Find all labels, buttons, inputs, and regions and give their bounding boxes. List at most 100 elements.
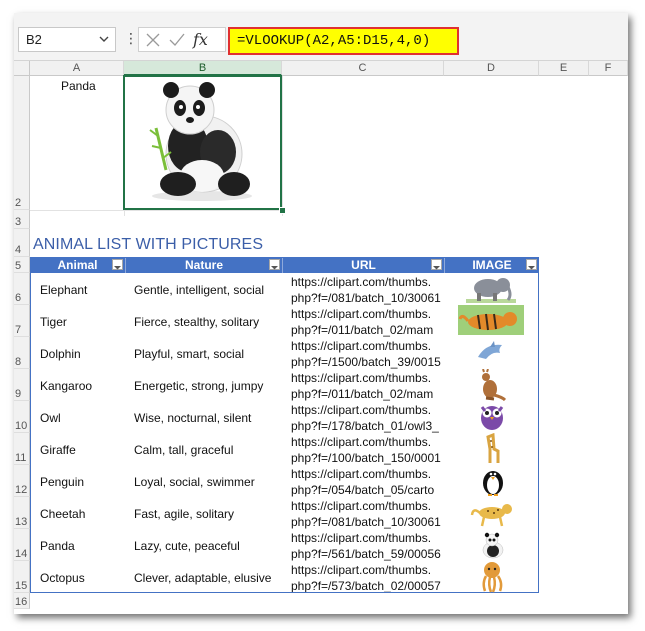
more-options-icon[interactable]: ⋮	[124, 30, 138, 47]
row-number: 11	[15, 452, 27, 464]
excel-window: B2 ⋮ fx =VLOOKUP(A2,A5:D15,4,0) A B C D …	[14, 13, 628, 614]
penguin-icon[interactable]	[478, 465, 508, 497]
animal-cell[interactable]: Elephant	[40, 283, 87, 297]
row-number: 12	[15, 484, 28, 496]
url-line-2[interactable]: php?f=/573/batch_02/00057	[291, 579, 441, 593]
url-line-2[interactable]: php?f=/100/batch_150/0001	[291, 451, 441, 465]
select-all-corner[interactable]	[14, 61, 30, 76]
nature-cell[interactable]: Loyal, social, swimmer	[134, 475, 255, 489]
formula-input[interactable]: =VLOOKUP(A2,A5:D15,4,0)	[228, 27, 459, 55]
nature-cell[interactable]: Playful, smart, social	[134, 347, 244, 361]
nature-cell[interactable]: Lazy, cute, peaceful	[134, 539, 240, 553]
url-line-1[interactable]: https://clipart.com/thumbs.	[291, 499, 431, 513]
filter-dropdown-icon[interactable]	[269, 259, 280, 270]
row-header-10[interactable]: 10	[14, 401, 30, 433]
url-line-2[interactable]: php?f=/081/batch_10/30061	[291, 515, 441, 529]
column-header-c[interactable]: C	[282, 61, 444, 76]
url-line-1[interactable]: https://clipart.com/thumbs.	[291, 563, 431, 577]
cheetah-icon[interactable]	[470, 497, 516, 527]
row-number: 8	[15, 356, 22, 368]
row-header-13[interactable]: 13	[14, 497, 30, 529]
dolphin-icon[interactable]	[476, 339, 506, 365]
nature-cell[interactable]: Wise, nocturnal, silent	[134, 411, 251, 425]
nature-cell[interactable]: Fast, agile, solitary	[134, 507, 234, 521]
column-header-e[interactable]: E	[539, 61, 589, 76]
url-line-1[interactable]: https://clipart.com/thumbs.	[291, 307, 431, 321]
column-header-a[interactable]: A	[30, 61, 124, 76]
url-line-1[interactable]: https://clipart.com/thumbs.	[291, 467, 431, 481]
column-header-b[interactable]: B	[124, 61, 282, 76]
url-line-1[interactable]: https://clipart.com/thumbs.	[291, 435, 431, 449]
cell-a2[interactable]: Panda	[61, 79, 96, 93]
kangaroo-icon[interactable]	[474, 369, 506, 401]
row-header-14[interactable]: 14	[14, 529, 30, 561]
filter-dropdown-icon[interactable]	[431, 259, 442, 270]
nature-cell[interactable]: Clever, adaptable, elusive	[134, 571, 271, 585]
column-header-d[interactable]: D	[444, 61, 539, 76]
formula-bar: B2 ⋮ fx =VLOOKUP(A2,A5:D15,4,0)	[14, 13, 628, 61]
url-line-2[interactable]: php?f=/011/batch_02/mam	[291, 387, 433, 401]
nature-cell[interactable]: Gentle, intelligent, social	[134, 283, 264, 297]
animal-cell[interactable]: Dolphin	[40, 347, 81, 361]
animal-cell[interactable]: Tiger	[40, 315, 67, 329]
animal-cell[interactable]: Octopus	[40, 571, 85, 585]
row-number: 16	[15, 596, 28, 608]
row-number: 13	[15, 516, 28, 528]
url-line-2[interactable]: php?f=/1500/batch_39/0015	[291, 355, 441, 369]
cancel-icon[interactable]	[145, 32, 161, 48]
check-icon[interactable]	[169, 32, 185, 48]
animal-cell[interactable]: Kangaroo	[40, 379, 92, 393]
row-header-2[interactable]: 2	[14, 76, 30, 210]
url-line-2[interactable]: php?f=/081/batch_10/30061	[291, 291, 441, 305]
url-line-2[interactable]: php?f=/054/batch_05/carto	[291, 483, 434, 497]
owl-icon[interactable]	[478, 401, 506, 431]
row-number: 9	[15, 388, 22, 400]
row-header-6[interactable]: 6	[14, 273, 30, 305]
row-number: 14	[15, 548, 28, 560]
nature-cell[interactable]: Calm, tall, graceful	[134, 443, 233, 457]
chevron-down-icon[interactable]	[97, 32, 111, 46]
url-line-2[interactable]: php?f=/561/batch_59/00056	[291, 547, 441, 561]
row-header-7[interactable]: 7	[14, 305, 30, 337]
row-header-3[interactable]: 3	[14, 210, 30, 229]
animal-cell[interactable]: Giraffe	[40, 443, 76, 457]
filter-dropdown-icon[interactable]	[112, 259, 123, 270]
animal-cell[interactable]: Panda	[40, 539, 75, 553]
gridline	[282, 76, 283, 216]
name-box-value: B2	[26, 32, 42, 47]
url-line-2[interactable]: php?f=/011/batch_02/mam	[291, 323, 433, 337]
insert-function-button[interactable]: fx	[193, 30, 208, 49]
name-box[interactable]: B2	[18, 27, 116, 52]
row-header-15[interactable]: 15	[14, 561, 30, 593]
row-header-4[interactable]: 4	[14, 229, 30, 257]
row-header-16[interactable]: 16	[14, 593, 30, 609]
url-line-1[interactable]: https://clipart.com/thumbs.	[291, 275, 431, 289]
animal-cell[interactable]: Owl	[40, 411, 61, 425]
fill-handle[interactable]	[279, 207, 286, 214]
animal-cell[interactable]: Cheetah	[40, 507, 85, 521]
tiger-icon[interactable]	[458, 305, 524, 335]
row-number: 7	[15, 324, 22, 336]
panda-icon[interactable]	[480, 531, 506, 559]
row-header-8[interactable]: 8	[14, 337, 30, 369]
row-number: 4	[15, 244, 22, 256]
url-line-1[interactable]: https://clipart.com/thumbs.	[291, 531, 431, 545]
url-line-1[interactable]: https://clipart.com/thumbs.	[291, 371, 431, 385]
column-header-f[interactable]: F	[589, 61, 628, 76]
giraffe-icon[interactable]	[482, 433, 504, 465]
row-header-11[interactable]: 11	[14, 433, 30, 465]
nature-cell[interactable]: Fierce, stealthy, solitary	[134, 315, 259, 329]
row-header-9[interactable]: 9	[14, 369, 30, 401]
row-header-5[interactable]: 5	[14, 257, 30, 273]
filter-dropdown-icon[interactable]	[526, 259, 537, 270]
row-header-12[interactable]: 12	[14, 465, 30, 497]
selected-cell-b2[interactable]	[123, 75, 282, 210]
elephant-icon[interactable]	[466, 275, 516, 303]
url-line-1[interactable]: https://clipart.com/thumbs.	[291, 403, 431, 417]
table-header-image: IMAGE	[445, 257, 539, 273]
animal-cell[interactable]: Penguin	[40, 475, 84, 489]
nature-cell[interactable]: Energetic, strong, jumpy	[134, 379, 263, 393]
octopus-icon[interactable]	[478, 561, 506, 593]
url-line-2[interactable]: php?f=/178/batch_01/owl3_	[291, 419, 439, 433]
url-line-1[interactable]: https://clipart.com/thumbs.	[291, 339, 431, 353]
